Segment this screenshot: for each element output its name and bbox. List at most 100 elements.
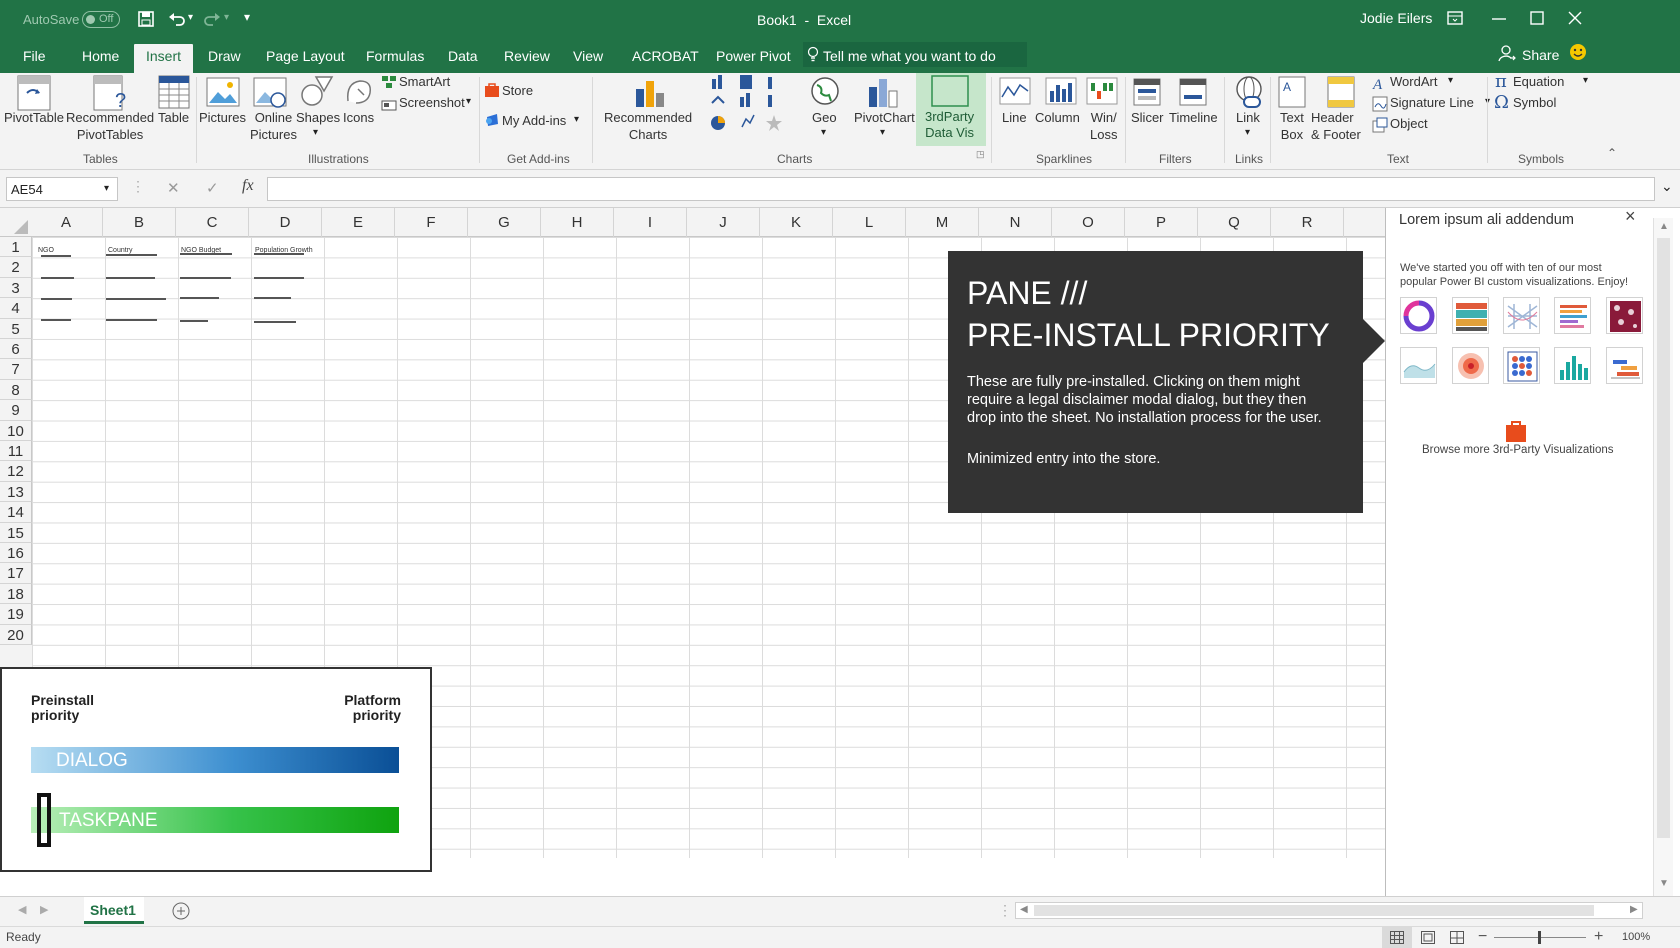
- priority-marker[interactable]: [37, 793, 51, 847]
- name-box-dropdown-icon[interactable]: ▾: [104, 183, 109, 194]
- zoom-thumb[interactable]: [1538, 931, 1541, 944]
- wordart-button[interactable]: WordArt: [1390, 73, 1437, 91]
- smartart-button[interactable]: SmartArt: [399, 73, 450, 91]
- row-header[interactable]: 18: [0, 583, 32, 605]
- 3rdparty-data-vis-button[interactable]: 3rdParty Data Vis: [916, 73, 986, 146]
- textbox-icon[interactable]: A: [1277, 75, 1307, 109]
- screenshot-button[interactable]: Screenshot: [399, 94, 465, 112]
- pictures-icon[interactable]: [206, 75, 240, 109]
- slicer-button[interactable]: Slicer: [1131, 109, 1164, 127]
- row-header[interactable]: 9: [0, 400, 32, 421]
- tab-view[interactable]: View: [573, 48, 603, 64]
- tab-formulas[interactable]: Formulas: [366, 48, 424, 64]
- save-icon[interactable]: [138, 11, 154, 27]
- visual-tile-10[interactable]: [1606, 347, 1643, 384]
- link-button[interactable]: Link: [1236, 109, 1260, 127]
- symbol-icon[interactable]: Ω: [1494, 92, 1509, 113]
- table-button[interactable]: Table: [158, 109, 189, 127]
- equation-button[interactable]: Equation: [1513, 73, 1564, 91]
- row-header[interactable]: 19: [0, 604, 32, 625]
- col-header[interactable]: R: [1271, 208, 1344, 237]
- equation-icon[interactable]: π: [1495, 71, 1507, 92]
- col-header[interactable]: A: [30, 208, 103, 237]
- row-header[interactable]: 20: [0, 624, 32, 645]
- icons-button[interactable]: Icons: [343, 109, 374, 127]
- row-header[interactable]: 7: [0, 359, 32, 380]
- smartart-icon[interactable]: [381, 75, 397, 89]
- hscroll-thumb[interactable]: [1034, 905, 1594, 916]
- screenshot-icon[interactable]: [381, 97, 397, 111]
- object-button[interactable]: Object: [1390, 115, 1428, 133]
- pane-close-icon[interactable]: ×: [1625, 206, 1636, 227]
- horizontal-scrollbar[interactable]: ◀ ▶: [1015, 902, 1643, 919]
- signature-line-icon[interactable]: [1372, 96, 1388, 112]
- tab-page-layout[interactable]: Page Layout: [266, 48, 345, 64]
- store-icon[interactable]: [484, 82, 500, 98]
- scroll-down-icon[interactable]: ▼: [1659, 878, 1669, 889]
- store-button[interactable]: Store: [502, 82, 533, 100]
- customize-qat-icon[interactable]: ▾: [244, 10, 250, 24]
- store-bag-icon[interactable]: [1505, 419, 1527, 443]
- pictures-button[interactable]: Pictures: [199, 109, 246, 127]
- minimize-icon[interactable]: [1492, 17, 1506, 21]
- tab-power-pivot[interactable]: Power Pivot: [716, 48, 791, 64]
- visual-tile-2[interactable]: [1452, 297, 1489, 334]
- col-header[interactable]: C: [176, 208, 249, 237]
- col-header[interactable]: O: [1052, 208, 1125, 237]
- collapse-ribbon-icon[interactable]: ⌃: [1607, 146, 1617, 160]
- ribbon-display-icon[interactable]: [1447, 11, 1463, 25]
- col-header[interactable]: F: [395, 208, 468, 237]
- tab-file[interactable]: File: [23, 48, 46, 64]
- col-header[interactable]: P: [1125, 208, 1198, 237]
- col-header[interactable]: H: [541, 208, 614, 237]
- table-icon[interactable]: [158, 75, 190, 109]
- row-header[interactable]: 8: [0, 379, 32, 401]
- col-header[interactable]: N: [979, 208, 1052, 237]
- name-box[interactable]: AE54 ▾: [6, 177, 118, 201]
- col-header[interactable]: D: [249, 208, 322, 237]
- close-icon[interactable]: [1568, 11, 1582, 25]
- page-layout-view-icon[interactable]: [1421, 931, 1435, 944]
- wordart-icon[interactable]: A: [1372, 75, 1388, 91]
- icons-icon[interactable]: [342, 75, 376, 109]
- visual-tile-5[interactable]: [1606, 297, 1643, 334]
- row-header[interactable]: 16: [0, 543, 32, 564]
- winloss-sparkline-icon[interactable]: [1086, 77, 1118, 107]
- recommended-pivottables-icon[interactable]: ?: [93, 75, 129, 111]
- link-dropdown-icon[interactable]: ▾: [1245, 127, 1250, 138]
- col-header[interactable]: E: [322, 208, 395, 237]
- visual-tile-9[interactable]: [1554, 347, 1591, 384]
- sheet-tab-sheet1[interactable]: Sheet1: [84, 897, 144, 924]
- slicer-icon[interactable]: [1132, 77, 1162, 107]
- geo-button[interactable]: Geo: [812, 109, 837, 127]
- pivottable-icon[interactable]: [17, 75, 51, 111]
- row-header[interactable]: 6: [0, 339, 32, 360]
- tab-acrobat[interactable]: ACROBAT: [632, 48, 699, 64]
- autosave-toggle[interactable]: Off: [82, 11, 120, 28]
- col-header[interactable]: G: [468, 208, 541, 237]
- row-header[interactable]: 3: [0, 277, 32, 299]
- add-sheet-icon[interactable]: [172, 902, 190, 920]
- geo-icon[interactable]: [809, 75, 841, 107]
- browse-more-link[interactable]: Browse more 3rd-Party Visualizations: [1422, 444, 1614, 456]
- next-sheet-icon[interactable]: ▶: [40, 903, 48, 916]
- zoom-out-icon[interactable]: −: [1478, 928, 1487, 946]
- row-header[interactable]: 17: [0, 563, 32, 584]
- col-header[interactable]: K: [760, 208, 833, 237]
- row-header[interactable]: 14: [0, 502, 32, 523]
- col-header[interactable]: M: [906, 208, 979, 237]
- scroll-thumb[interactable]: [1657, 238, 1670, 838]
- insert-function-icon[interactable]: fx: [242, 177, 254, 195]
- tabs-split-grip-icon[interactable]: ⋮: [998, 902, 1012, 919]
- tab-insert[interactable]: Insert: [134, 44, 194, 73]
- header-footer-icon[interactable]: [1326, 75, 1356, 109]
- col-header[interactable]: L: [833, 208, 906, 237]
- smiley-icon[interactable]: [1569, 43, 1587, 61]
- visual-tile-6[interactable]: [1400, 347, 1437, 384]
- share-button[interactable]: Share: [1522, 47, 1559, 63]
- row-header[interactable]: 1: [0, 237, 32, 258]
- prev-sheet-icon[interactable]: ◀: [18, 903, 26, 916]
- timeline-icon[interactable]: [1178, 77, 1208, 107]
- scroll-right-icon[interactable]: ▶: [1630, 904, 1638, 915]
- equation-dropdown-icon[interactable]: ▾: [1583, 75, 1588, 86]
